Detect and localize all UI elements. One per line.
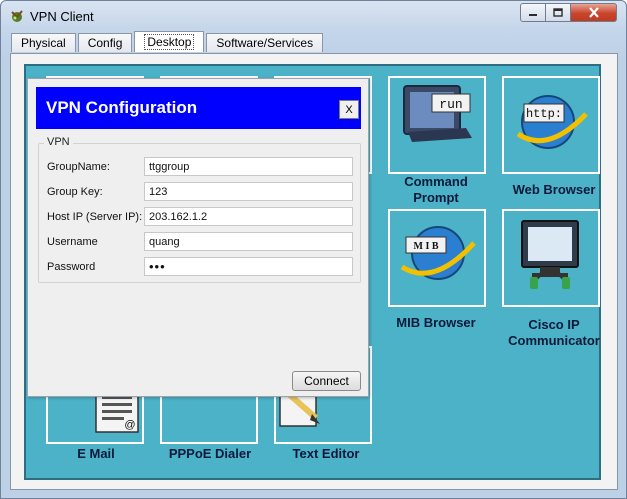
username-field[interactable]: quang [144,232,353,251]
close-icon [588,7,599,18]
cisco-ip-communicator-tile[interactable] [502,209,600,307]
group-name-field[interactable]: ttggroup [144,157,353,176]
window-title: VPN Client [30,9,94,24]
mib-browser-tile[interactable]: M I B [388,209,486,307]
web-browser-label: Web Browser [512,182,596,197]
dialog-header: VPN Configuration X [36,87,361,129]
command-prompt-icon: run [403,85,472,142]
web-browser-tile[interactable]: http: [502,76,600,174]
tab-bar: Physical Config Desktop Software/Service… [11,31,325,53]
app-icon [11,10,23,22]
group-key-label: Group Key: [47,186,103,198]
minimize-button[interactable] [520,3,546,22]
tab-label: Physical [21,36,66,50]
cisco-ip-communicator-label: Cisco IP Communicator [496,317,612,349]
svg-text:@: @ [124,419,135,431]
web-browser-icon: http: [516,95,588,149]
host-ip-label: Host IP (Server IP): [47,211,143,223]
tab-label: Config [87,36,123,50]
text-editor-label: Text Editor [292,446,360,461]
cisco-ip-communicator-icon [521,220,579,289]
command-prompt-tile[interactable]: run [388,76,486,174]
email-label: E Mail [77,446,115,461]
mib-browser-label: MIB Browser [396,315,476,330]
pppoe-dialer-label: PPPoE Dialer [168,446,252,461]
tab-physical[interactable]: Physical [11,33,76,52]
cisco-ip-communicator-label-line1: Cisco IP [528,317,580,332]
host-ip-field[interactable]: 203.162.1.2 [144,207,353,226]
command-prompt-label-line2: Prompt [413,190,459,205]
tab-desktop[interactable]: Desktop [134,31,205,52]
vpn-group-label: VPN [44,136,73,148]
dialog-title: VPN Configuration [46,98,198,117]
mib-browser-screen-text: M I B [414,241,439,252]
password-label: Password [47,261,96,273]
group-name-label: GroupName: [47,161,110,173]
username-label: Username [47,236,98,248]
vpn-configuration-dialog: VPN Configuration X VPN GroupName: ttggr… [27,78,369,397]
tab-software-services[interactable]: Software/Services [206,33,324,52]
cisco-ip-communicator-label-line2: Communicator [508,333,600,348]
dialog-close-button[interactable]: X [339,100,359,119]
command-prompt-label: Command Prompt [386,174,486,206]
minimize-icon [529,13,537,16]
vpn-client-window: VPN Client Physical Config Desktop Softw… [0,0,627,499]
mib-browser-icon: M I B [400,226,476,280]
vpn-group-box: VPN GroupName: ttggroup Group Key: 123 H… [38,136,361,283]
command-prompt-label-line1: Command [404,174,468,189]
tab-config[interactable]: Config [77,33,133,52]
connect-button[interactable]: Connect [292,371,361,391]
maximize-button[interactable] [546,3,571,22]
title-bar: VPN Client [1,1,626,31]
group-key-field[interactable]: 123 [144,182,353,201]
web-browser-screen-text: http: [526,107,562,121]
maximize-icon [553,8,563,17]
tab-label: Desktop [144,34,195,50]
close-window-button[interactable] [571,3,617,22]
password-field[interactable]: ••• [144,257,353,276]
command-prompt-screen-text: run [439,97,462,112]
tab-label: Software/Services [216,36,314,50]
